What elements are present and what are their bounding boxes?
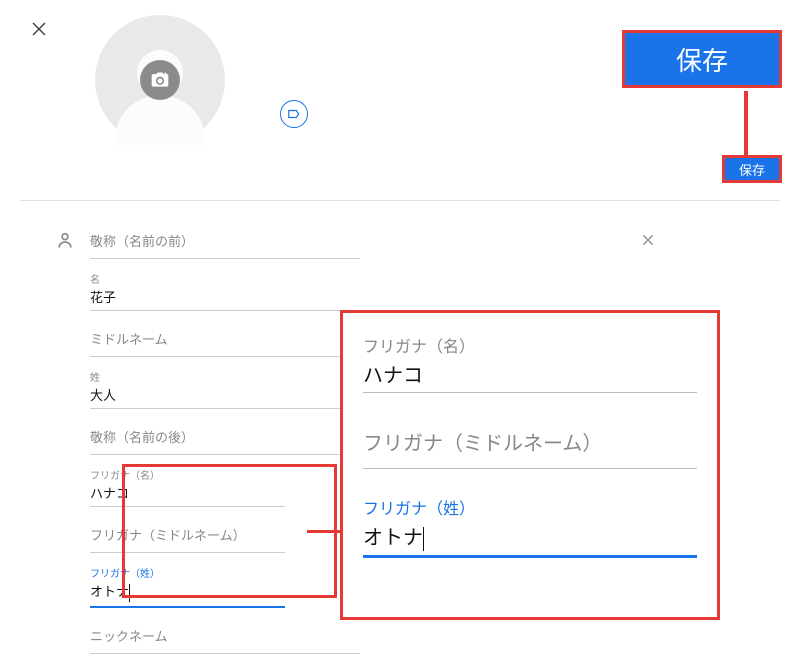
phonetic-first-field[interactable]: フリガナ（名） ハナコ xyxy=(90,467,285,507)
zoom-callout: フリガナ（名） ハナコ フリガナ（ミドルネーム） フリガナ（姓） オトナ xyxy=(340,310,720,620)
field-value[interactable]: オトナ xyxy=(90,580,285,604)
zoom-phonetic-last-field[interactable]: フリガナ（姓） オトナ xyxy=(363,495,697,558)
field-value[interactable]: ハナコ xyxy=(90,482,285,504)
field-value[interactable]: ハナコ xyxy=(363,357,697,388)
field-value[interactable]: 花子 xyxy=(90,286,360,308)
honorific-suffix-field[interactable]: 敬称（名前の後） 敬称（名前の後） xyxy=(90,421,360,455)
field-label: フリガナ（名） xyxy=(90,467,285,482)
field-value[interactable]: オトナ xyxy=(363,519,697,551)
save-button-small[interactable]: 保存 xyxy=(722,155,782,183)
first-name-field[interactable]: 名 花子 xyxy=(90,271,360,311)
nickname-field[interactable]: ニックネーム ニックネーム xyxy=(90,620,360,654)
divider xyxy=(20,200,780,201)
field-label: フリガナ（姓） xyxy=(90,565,285,580)
honorific-prefix-field[interactable]: 敬称（名前の前） 敬称（名前の前） xyxy=(90,225,360,259)
middle-name-field[interactable]: ミドルネーム ミドルネーム xyxy=(90,323,360,357)
collapse-icon[interactable] xyxy=(640,232,656,248)
connector-line-icon xyxy=(307,530,340,533)
person-icon xyxy=(55,230,75,250)
name-fields: 敬称（名前の前） 敬称（名前の前） 名 花子 ミドルネーム ミドルネーム 姓 大… xyxy=(90,225,360,666)
zoom-phonetic-middle-field[interactable]: フリガナ（ミドルネーム） xyxy=(363,419,697,469)
phonetic-last-field[interactable]: フリガナ（姓） オトナ xyxy=(90,565,285,608)
add-photo-icon[interactable] xyxy=(140,60,180,100)
field-label: フリガナ（名） xyxy=(363,333,697,357)
close-icon[interactable] xyxy=(30,20,48,38)
label-icon[interactable] xyxy=(280,100,308,128)
avatar[interactable] xyxy=(95,15,225,145)
last-name-field[interactable]: 姓 大人 xyxy=(90,369,360,409)
field-label: 名 xyxy=(90,271,360,286)
zoom-phonetic-first-field[interactable]: フリガナ（名） ハナコ xyxy=(363,333,697,393)
field-label: 姓 xyxy=(90,369,360,384)
save-button[interactable]: 保存 xyxy=(622,30,782,88)
field-value[interactable]: 大人 xyxy=(90,384,360,406)
phonetic-middle-field[interactable]: フリガナ（ミドルネーム） フリガナ（ミドルネーム） xyxy=(90,519,285,553)
field-label: フリガナ（姓） xyxy=(363,495,697,519)
